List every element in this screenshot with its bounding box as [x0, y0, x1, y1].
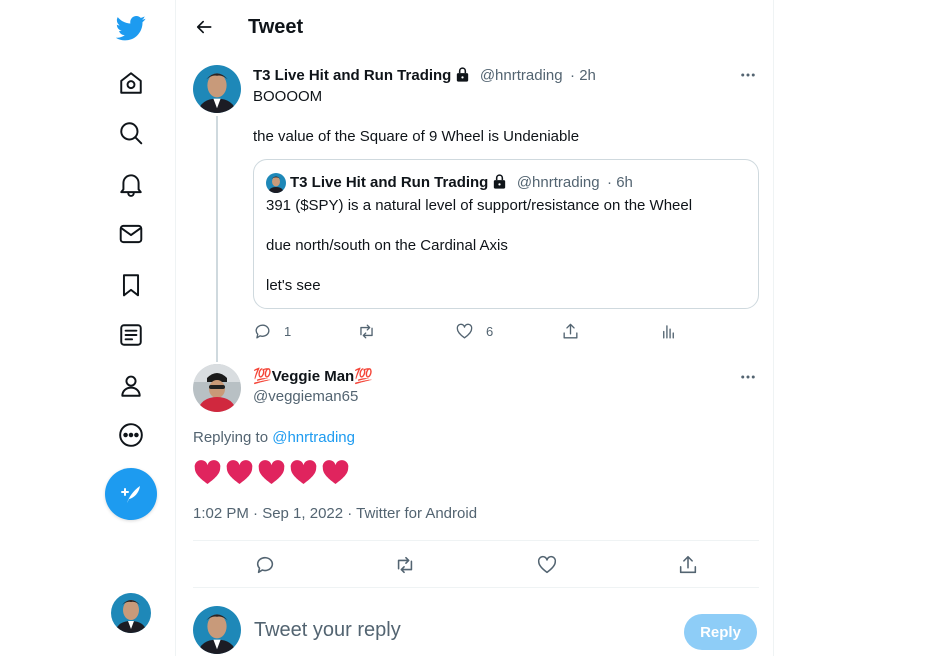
- reply-icon: [256, 556, 274, 574]
- red-heart-emoji: [289, 458, 318, 487]
- parent-reply-button[interactable]: 1: [253, 322, 291, 341]
- heart-outline-icon: [456, 323, 473, 339]
- main-tweet-display-name[interactable]: Veggie Man: [272, 368, 355, 385]
- avatar-image: [193, 65, 241, 113]
- main-tweet-author-row: 💯Veggie Man💯: [253, 367, 373, 386]
- main-tweet-text-hearts: [193, 458, 350, 487]
- divider: [193, 587, 759, 588]
- back-button[interactable]: [188, 11, 220, 43]
- more-horizontal-icon: [741, 375, 755, 379]
- avatar-image: [111, 593, 151, 633]
- share-icon: [563, 323, 578, 339]
- parent-tweet-avatar[interactable]: [193, 65, 241, 113]
- nav-lists[interactable]: [100, 313, 162, 357]
- bookmark-icon: [122, 274, 140, 297]
- lock-icon: [457, 67, 469, 82]
- arrow-left-icon: [196, 20, 212, 34]
- parent-tweet-text-line2: the value of the Square of 9 Wheel is Un…: [253, 128, 580, 145]
- main-tweet-handle[interactable]: @veggieman65: [253, 388, 358, 405]
- display-name-prefix-emoji: 💯: [253, 368, 272, 385]
- compose-tweet-button[interactable]: [105, 468, 157, 520]
- nav-bookmarks[interactable]: [100, 263, 162, 307]
- list-icon: [120, 324, 142, 346]
- parent-analytics-button[interactable]: [659, 322, 678, 341]
- quoted-tweet-line1: 391 ($SPY) is a natural level of support…: [266, 197, 693, 214]
- twitter-logo[interactable]: [100, 6, 162, 50]
- parent-like-count: 6: [486, 324, 494, 339]
- share-icon: [679, 555, 697, 574]
- avatar-image: [266, 173, 286, 193]
- account-avatar[interactable]: [111, 593, 151, 633]
- bell-icon: [120, 174, 142, 197]
- mail-icon: [119, 224, 143, 244]
- thread-connector-line: [216, 116, 218, 362]
- quoted-tweet-line2: due north/south on the Cardinal Axis: [266, 237, 508, 254]
- reply-button[interactable]: Reply: [684, 614, 757, 650]
- analytics-icon: [663, 325, 674, 339]
- nav-profile[interactable]: [100, 364, 162, 408]
- feather-plus-icon: [121, 486, 140, 503]
- parent-tweet-text-line1: BOOOOM: [253, 88, 323, 105]
- retweet-icon: [397, 556, 413, 574]
- quoted-tweet-card[interactable]: T3 Live Hit and Run Trading @hnrtrading …: [253, 159, 759, 309]
- header: Tweet: [176, 0, 775, 54]
- nav-home[interactable]: [100, 61, 162, 105]
- red-heart-emoji: [257, 458, 286, 487]
- lock-icon: [494, 174, 506, 189]
- home-icon: [120, 72, 142, 94]
- parent-tweet-handle[interactable]: @hnrtrading: [480, 67, 563, 84]
- sidebar: [100, 0, 162, 656]
- quoted-tweet-time: · 6h: [607, 174, 633, 191]
- heart-outline-icon: [537, 555, 557, 574]
- nav-explore[interactable]: [100, 111, 162, 155]
- display-name-suffix-emoji: 💯: [354, 368, 373, 385]
- retweet-icon: [360, 324, 373, 339]
- divider: [193, 540, 759, 541]
- page-title: Tweet: [248, 16, 304, 38]
- main-column: Tweet T3 Live Hit and Run Trading @hnrtr…: [175, 0, 774, 656]
- red-heart-emoji: [225, 458, 254, 487]
- parent-retweet-button[interactable]: [357, 322, 376, 341]
- search-icon: [120, 122, 143, 145]
- main-tweet-timestamp[interactable]: 1:02 PM · Sep 1, 2022 · Twitter for Andr…: [193, 505, 477, 522]
- main-like-button[interactable]: [536, 554, 558, 576]
- quoted-tweet-avatar: [266, 173, 286, 193]
- parent-tweet-display-name[interactable]: T3 Live Hit and Run Trading: [253, 67, 451, 84]
- avatar-image: [193, 364, 241, 412]
- red-heart-emoji: [321, 458, 350, 487]
- main-share-button[interactable]: [677, 554, 699, 576]
- quoted-tweet-display-name: T3 Live Hit and Run Trading: [290, 174, 489, 191]
- main-tweet-avatar[interactable]: [193, 364, 241, 412]
- replying-to-label: Replying to: [193, 429, 269, 446]
- twitter-bird-icon: [116, 16, 146, 41]
- parent-tweet-more-button[interactable]: [736, 65, 760, 85]
- parent-share-button[interactable]: [561, 322, 580, 341]
- avatar-image: [193, 606, 241, 654]
- quoted-tweet-handle: @hnrtrading: [516, 174, 600, 191]
- nav-messages[interactable]: [100, 212, 162, 256]
- reply-input[interactable]: Tweet your reply: [254, 619, 654, 642]
- main-retweet-button[interactable]: [394, 554, 416, 576]
- main-tweet-more-button[interactable]: [736, 367, 760, 387]
- replying-to-line: Replying to @hnrtrading: [193, 429, 355, 446]
- nav-notifications[interactable]: [100, 162, 162, 206]
- red-heart-emoji: [193, 458, 222, 487]
- parent-tweet-author-row: T3 Live Hit and Run Trading @hnrtrading …: [253, 66, 596, 85]
- quoted-tweet-author-row: T3 Live Hit and Run Trading @hnrtrading …: [290, 173, 633, 192]
- quoted-tweet-line3: let's see: [266, 277, 321, 294]
- more-circle-icon: [119, 423, 143, 447]
- replying-to-handle-link[interactable]: @hnrtrading: [272, 429, 355, 446]
- reply-icon: [255, 324, 270, 339]
- nav-more[interactable]: [100, 413, 162, 457]
- main-reply-button[interactable]: [254, 554, 276, 576]
- parent-like-button[interactable]: 6: [455, 322, 493, 341]
- reply-composer-avatar[interactable]: [193, 606, 241, 654]
- person-icon: [121, 375, 141, 397]
- parent-reply-count: 1: [284, 324, 292, 339]
- parent-tweet-time[interactable]: · 2h: [570, 67, 596, 84]
- more-horizontal-icon: [741, 73, 755, 77]
